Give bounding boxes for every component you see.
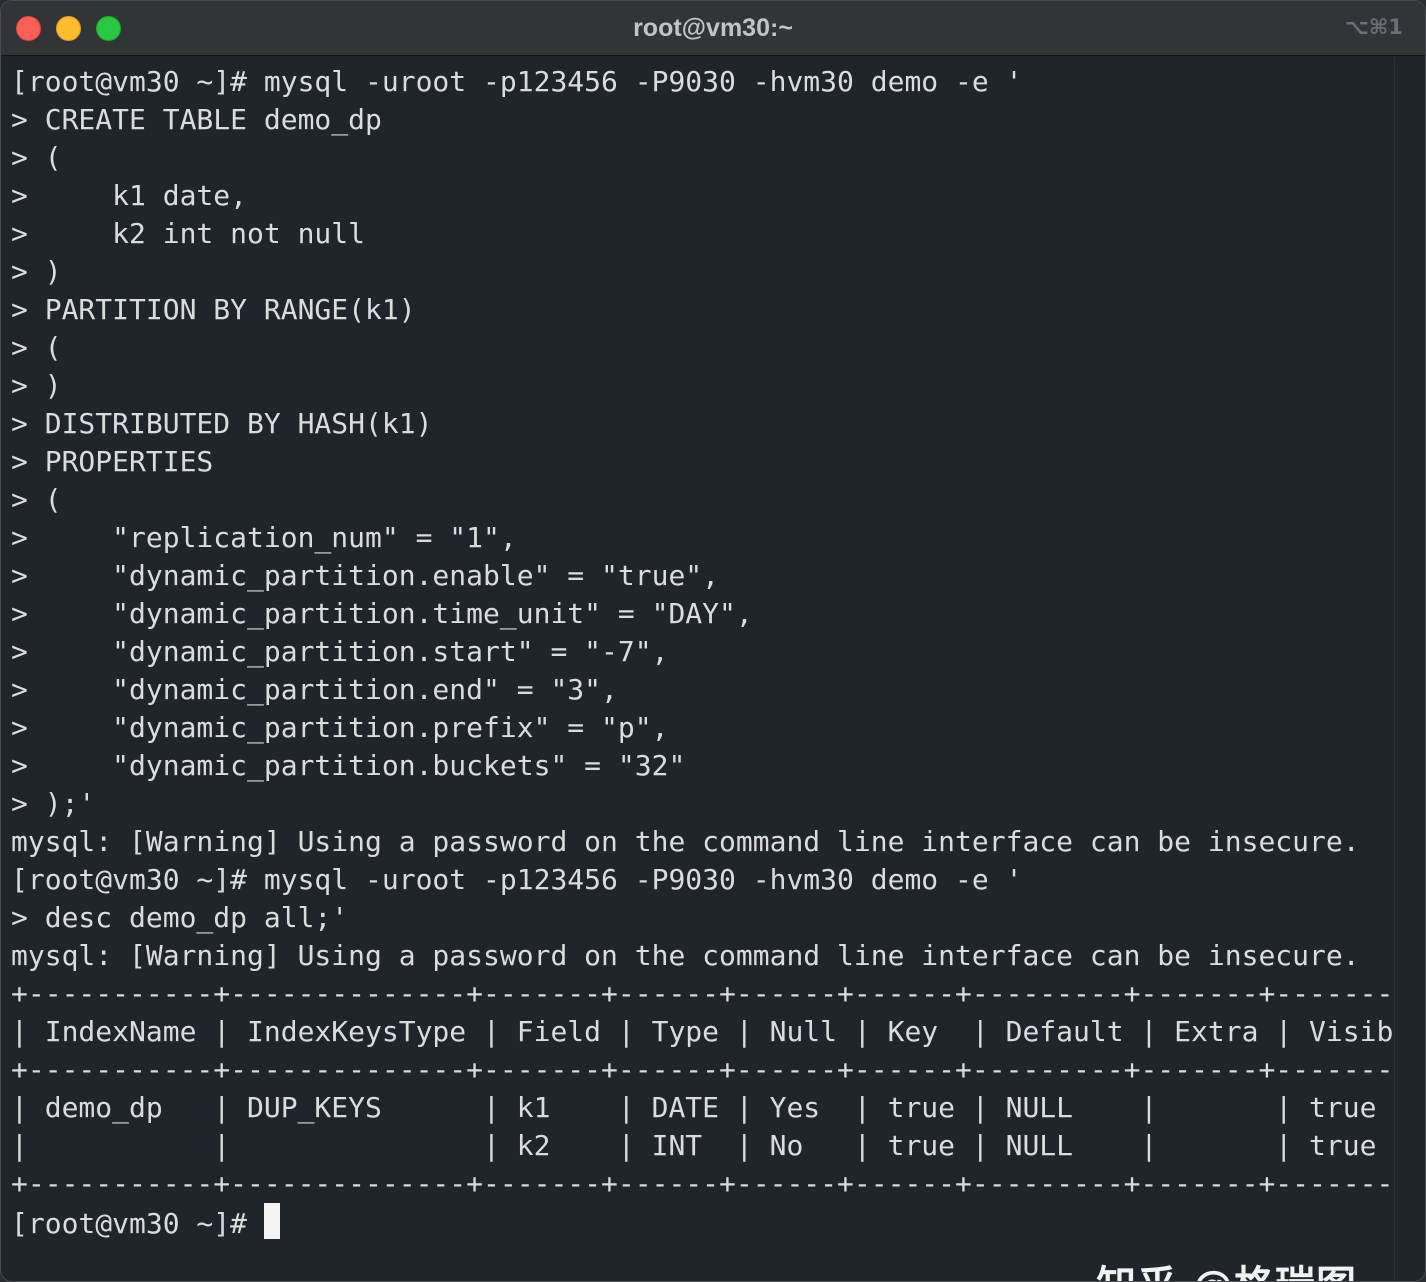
terminal-line: > "dynamic_partition.start" = "-7", [11,635,669,668]
terminal-line: > ( [11,141,62,174]
terminal-line: mysql: [Warning] Using a password on the… [11,939,1360,972]
table-border: +-----------+--------------+-------+----… [11,977,1397,1010]
terminal-line: > "replication_num" = "1", [11,521,517,554]
terminal-line: > k2 int not null [11,217,366,250]
terminal-window: root@vm30:~ ⌥⌘1 [root@vm30 ~]# mysql -ur… [0,0,1426,1282]
terminal-line: > "dynamic_partition.end" = "3", [11,673,618,706]
table-border: +-----------+--------------+-------+----… [11,1053,1397,1086]
window-shortcut: ⌥⌘1 [1344,15,1403,39]
terminal-line: > ) [11,369,62,402]
watermark-logo: 知乎 @格瑞图 [1096,1253,1357,1281]
terminal-line: > ) [11,255,62,288]
terminal-line: > ( [11,331,62,364]
terminal-line: > desc demo_dp all;' [11,901,349,934]
terminal-line: > k1 date, [11,179,248,212]
terminal-line: > CREATE TABLE demo_dp [11,103,382,136]
terminal-line: > DISTRIBUTED BY HASH(k1) [11,407,433,440]
terminal-line: > "dynamic_partition.prefix" = "p", [11,711,669,744]
scrollbar[interactable] [1394,57,1425,1281]
terminal-output[interactable]: [root@vm30 ~]# mysql -uroot -p123456 -P9… [1,57,1397,1281]
text-cursor [263,1203,280,1239]
window-title: root@vm30:~ [633,14,793,42]
table-row: | | | k2 | INT | No | true | NULL | | tr… [11,1129,1397,1162]
table-row: | demo_dp | DUP_KEYS | k1 | DATE | Yes |… [11,1091,1397,1124]
title-bar[interactable]: root@vm30:~ ⌥⌘1 [1,1,1425,56]
terminal-line: > PARTITION BY RANGE(k1) [11,293,416,326]
terminal-line: > "dynamic_partition.buckets" = "32" [11,749,686,782]
table-header-row: | IndexName | IndexKeysType | Field | Ty… [11,1015,1397,1048]
terminal-lines: [root@vm30 ~]# mysql -uroot -p123456 -P9… [11,63,1397,1241]
terminal-line: mysql: [Warning] Using a password on the… [11,825,1360,858]
terminal-line: > "dynamic_partition.enable" = "true", [11,559,720,592]
terminal-line: [root@vm30 ~]# mysql -uroot -p123456 -P9… [11,65,1023,98]
table-border: +-----------+--------------+-------+----… [11,1167,1397,1200]
shell-prompt: [root@vm30 ~]# [11,1207,264,1240]
terminal-line: > ( [11,483,62,516]
terminal-line: > );' [11,787,96,820]
prompt-line[interactable]: [root@vm30 ~]# [11,1203,1397,1241]
terminal-line: > "dynamic_partition.time_unit" = "DAY", [11,597,753,630]
terminal-line: [root@vm30 ~]# mysql -uroot -p123456 -P9… [11,863,1023,896]
terminal-line: > PROPERTIES [11,445,214,478]
